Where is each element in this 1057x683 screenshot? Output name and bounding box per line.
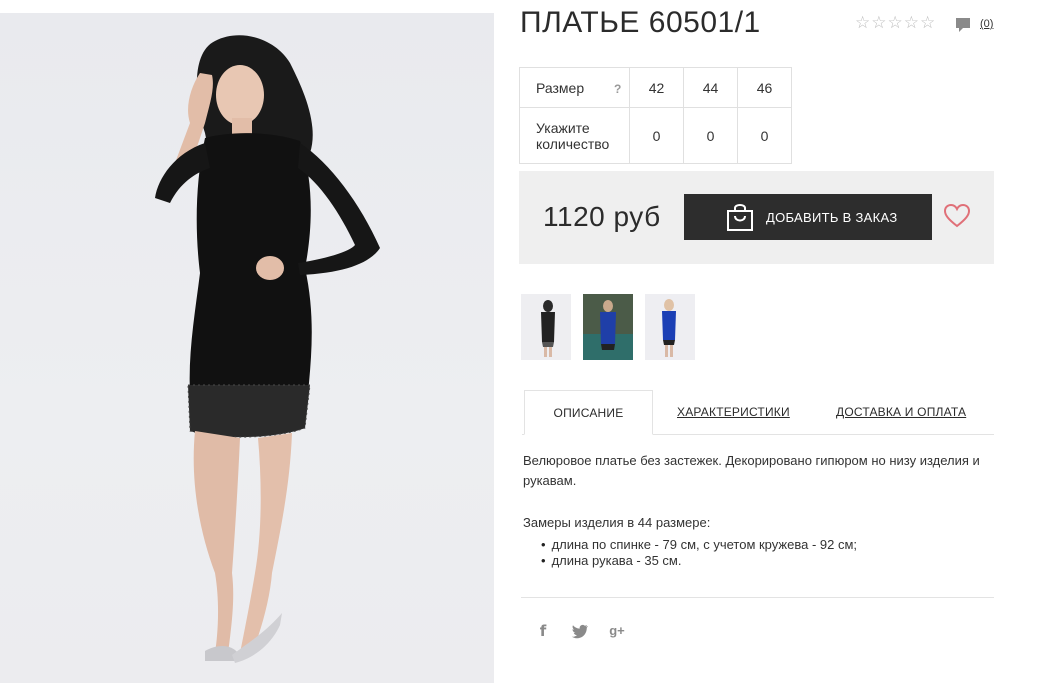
heart-icon[interactable] <box>944 204 970 228</box>
add-to-order-button[interactable]: ДОБАВИТЬ В ЗАКАЗ <box>684 194 932 240</box>
list-item: длина рукава - 35 см. <box>541 553 857 569</box>
size-label-cell: Размер ? <box>519 67 630 108</box>
add-to-order-label: ДОБАВИТЬ В ЗАКАЗ <box>766 209 898 225</box>
divider <box>521 597 994 598</box>
twitter-icon[interactable] <box>571 622 589 640</box>
tab-delivery-payment[interactable]: ДОСТАВКА И ОПЛАТА <box>836 390 966 435</box>
tab-characteristics[interactable]: ХАРАКТЕРИСТИКИ <box>677 390 790 435</box>
comment-count-link[interactable]: (0) <box>980 18 993 30</box>
quantity-label-line2: количество <box>536 135 610 152</box>
quantity-input-42[interactable]: 0 <box>629 107 684 164</box>
thumbnail-black-dress[interactable] <box>521 294 571 360</box>
star-icon[interactable]: ☆ <box>888 14 903 32</box>
google-plus-icon[interactable]: g+ <box>608 622 626 640</box>
size-label: Размер <box>536 79 585 96</box>
thumbnail-blue-dress-studio[interactable] <box>645 294 695 360</box>
dress-photo-illustration <box>155 35 380 663</box>
star-icon[interactable]: ☆ <box>871 14 886 32</box>
size-46: 46 <box>737 67 792 108</box>
shopping-bag-icon <box>727 204 753 231</box>
thumbnail-image <box>662 299 676 357</box>
quantity-input-46[interactable]: 0 <box>737 107 792 164</box>
measurements-list: длина по спинке - 79 см, с учетом кружев… <box>541 537 857 569</box>
measurements-title: Замеры изделия в 44 размере: <box>523 515 711 530</box>
product-price: 1120 руб <box>543 201 661 232</box>
size-table: Размер ? 42 44 46 Укажите количество 0 0… <box>519 67 792 164</box>
quantity-label-line1: Укажите <box>536 119 590 136</box>
size-44: 44 <box>683 67 738 108</box>
quantity-input-44[interactable]: 0 <box>683 107 738 164</box>
rating-stars[interactable]: ☆ ☆ ☆ ☆ ☆ <box>855 14 935 32</box>
comment-icon[interactable] <box>955 17 971 33</box>
facebook-icon[interactable]: f <box>534 622 552 640</box>
main-product-photo[interactable] <box>0 13 494 683</box>
size-42: 42 <box>629 67 684 108</box>
star-icon[interactable]: ☆ <box>920 14 935 32</box>
product-tabs: ОПИСАНИЕ ХАРАКТЕРИСТИКИ ДОСТАВКА И ОПЛАТ… <box>522 390 994 435</box>
thumbnail-image <box>583 294 633 360</box>
quantity-label-cell: Укажите количество <box>519 107 630 164</box>
thumbnail-blue-dress-outdoor[interactable] <box>583 294 633 360</box>
list-item: длина по спинке - 79 см, с учетом кружев… <box>541 537 857 553</box>
star-icon[interactable]: ☆ <box>904 14 919 32</box>
product-title: ПЛАТЬЕ 60501/1 <box>520 6 761 39</box>
thumbnail-image <box>541 300 555 357</box>
size-help-icon[interactable]: ? <box>614 82 621 96</box>
star-icon[interactable]: ☆ <box>855 14 870 32</box>
price-block: 1120 руб ДОБАВИТЬ В ЗАКАЗ <box>519 171 994 264</box>
tab-description[interactable]: ОПИСАНИЕ <box>524 390 653 435</box>
product-description: Велюровое платье без застежек. Декориров… <box>523 453 980 488</box>
